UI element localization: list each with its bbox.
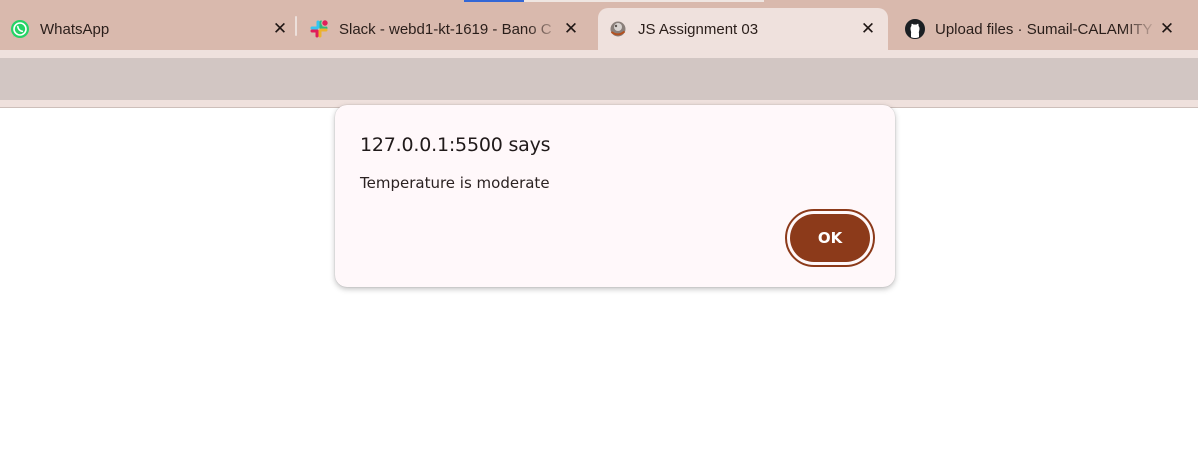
dialog-message: Temperature is moderate (360, 174, 550, 192)
alert-dialog: 127.0.0.1:5500 says Temperature is moder… (335, 105, 895, 287)
tab-separator (295, 16, 297, 36)
close-icon[interactable]: ✕ (561, 19, 581, 39)
close-icon[interactable]: ✕ (858, 19, 878, 39)
tab-title: Slack - webd1-kt-1619 - Bano C (339, 20, 552, 38)
tab-title: WhatsApp (40, 20, 110, 38)
whatsapp-icon (10, 19, 30, 39)
slack-icon (309, 19, 329, 39)
bookmarks-bar (0, 58, 1198, 100)
github-icon (905, 19, 925, 39)
page-globe-icon (608, 19, 628, 39)
tab-hint-highlight-light (524, 0, 764, 2)
close-icon[interactable]: ✕ (270, 19, 290, 39)
browser-toolbar (0, 50, 1198, 108)
tab-hint-highlight (464, 0, 524, 2)
dialog-heading: 127.0.0.1:5500 says (360, 134, 551, 156)
tab-title: JS Assignment 03 (638, 20, 759, 38)
tab-github[interactable]: Upload files · Sumail-CALAMITY ✕ (905, 8, 1177, 50)
ok-button-focus-ring: OK (785, 209, 875, 267)
ok-button[interactable]: OK (790, 214, 870, 262)
tab-whatsapp[interactable]: WhatsApp ✕ (10, 8, 290, 50)
tab-title: Upload files · Sumail-CALAMITY (935, 20, 1153, 38)
tab-strip: WhatsApp ✕ Slack - webd1-kt-1619 - Bano … (0, 0, 1198, 50)
close-icon[interactable]: ✕ (1157, 19, 1177, 39)
tab-slack[interactable]: Slack - webd1-kt-1619 - Bano C ✕ (309, 8, 581, 50)
tab-js-assignment[interactable]: JS Assignment 03 ✕ (598, 8, 888, 50)
